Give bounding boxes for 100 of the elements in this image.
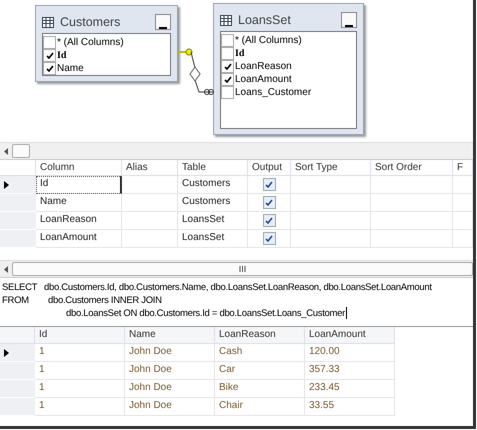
- table-cell: 357.33: [305, 362, 395, 380]
- column-header[interactable]: Id: [35, 327, 125, 344]
- text-cursor: [346, 307, 347, 320]
- table-cell: 120.00: [305, 344, 395, 362]
- row-pointer-icon: [4, 180, 9, 188]
- table-cell: John Doe: [125, 398, 215, 416]
- column-header[interactable]: Output: [248, 160, 291, 176]
- table-cell: 1: [35, 380, 125, 398]
- column-name: Name: [57, 63, 84, 74]
- table-card[interactable]: LoansSet * (All Columns) Id LoanReason LoanAmount Loans_Customer: [213, 3, 364, 135]
- minimize-icon: [345, 25, 353, 27]
- table-cell[interactable]: [371, 212, 453, 230]
- sql-keyword: FROM: [2, 295, 29, 306]
- table-cell[interactable]: [248, 176, 291, 194]
- checkbox[interactable]: [221, 34, 234, 47]
- scroll-left-icon[interactable]: [4, 148, 8, 154]
- checkbox[interactable]: [221, 60, 234, 73]
- row-selector[interactable]: [0, 176, 36, 194]
- table-title: LoansSet: [238, 13, 291, 27]
- column-header[interactable]: Sort Order: [371, 160, 453, 176]
- sql-text[interactable]: dbo.Customers.Id, dbo.Customers.Name, dbo.LoansSet.LoanReason, dbo.LoansSet.LoanAmount: [36, 281, 432, 294]
- column-name: * (All Columns): [235, 35, 302, 46]
- column-header[interactable]: Table: [178, 160, 248, 176]
- scrollbar-thumb[interactable]: [12, 262, 473, 276]
- table-cell[interactable]: [291, 212, 371, 230]
- horizontal-scrollbar[interactable]: [0, 142, 473, 159]
- table-icon: [220, 14, 232, 26]
- scroll-left-icon[interactable]: [4, 266, 8, 272]
- column-header[interactable]: Column: [36, 160, 122, 176]
- row-pointer-icon: [4, 348, 9, 356]
- minimize-icon: [159, 27, 167, 29]
- column-name: Id: [57, 50, 66, 61]
- table-cell[interactable]: [453, 176, 473, 194]
- check-icon: [265, 199, 273, 206]
- column-header[interactable]: Name: [125, 327, 215, 344]
- sql-text[interactable]: dbo.LoansSet ON dbo.Customers.Id = dbo.LoansSet.Loans_Customer: [46, 307, 347, 320]
- table-cell: 1: [35, 398, 125, 416]
- table-cell[interactable]: [291, 230, 371, 248]
- table-cell[interactable]: LoanAmount: [36, 230, 122, 248]
- table-cell[interactable]: Name: [36, 194, 122, 212]
- column-name: LoanReason: [235, 61, 292, 72]
- minimize-button[interactable]: [341, 12, 357, 28]
- table-card[interactable]: Customers * (All Columns) Id Name: [35, 5, 178, 82]
- table-cell[interactable]: [122, 176, 178, 194]
- column-header[interactable]: LoanReason: [215, 327, 305, 344]
- table-cell[interactable]: [371, 176, 453, 194]
- table-cell[interactable]: [122, 230, 178, 248]
- table-cell[interactable]: [371, 230, 453, 248]
- horizontal-scrollbar[interactable]: [0, 260, 473, 277]
- table-cell[interactable]: [371, 194, 453, 212]
- relationship-connector: [178, 48, 214, 98]
- table-cell[interactable]: LoansSet: [178, 230, 248, 248]
- output-checkbox[interactable]: [262, 214, 276, 227]
- table-cell: John Doe: [125, 380, 215, 398]
- table-cell[interactable]: [291, 176, 371, 194]
- output-checkbox[interactable]: [262, 178, 276, 191]
- checkbox[interactable]: [221, 86, 234, 99]
- table-cell[interactable]: Id: [36, 176, 122, 194]
- table-title: Customers: [60, 15, 120, 29]
- table-cell[interactable]: LoanReason: [36, 212, 122, 230]
- output-checkbox[interactable]: [262, 196, 276, 209]
- sql-text[interactable]: dbo.Customers INNER JOIN: [36, 294, 162, 307]
- column-header[interactable]: F: [453, 160, 473, 176]
- table-cell: John Doe: [125, 362, 215, 380]
- check-icon: [265, 235, 273, 242]
- column-header[interactable]: Sort Type: [291, 160, 371, 176]
- table-cell: John Doe: [125, 344, 215, 362]
- table-cell: Bike: [215, 380, 305, 398]
- checkbox[interactable]: [221, 47, 234, 60]
- checkbox[interactable]: [43, 36, 56, 49]
- table-cell: 1: [35, 362, 125, 380]
- table-cell[interactable]: [248, 230, 291, 248]
- table-cell[interactable]: [291, 194, 371, 212]
- minimize-button[interactable]: [155, 14, 171, 30]
- column-name: LoanAmount: [235, 74, 292, 85]
- column-name: Id: [235, 48, 244, 59]
- table-cell[interactable]: [453, 212, 473, 230]
- table-cell[interactable]: [248, 194, 291, 212]
- table-cell[interactable]: [453, 230, 473, 248]
- table-cell: 33.55: [305, 398, 395, 416]
- table-cell[interactable]: [453, 194, 473, 212]
- table-cell[interactable]: [122, 212, 178, 230]
- output-checkbox[interactable]: [262, 232, 276, 245]
- table-cell: Chair: [215, 398, 305, 416]
- checkbox[interactable]: [43, 62, 56, 75]
- column-header[interactable]: Alias: [122, 160, 178, 176]
- table-cell[interactable]: LoansSet: [178, 212, 248, 230]
- table-cell: 1: [35, 344, 125, 362]
- table-icon: [42, 16, 54, 28]
- checkbox[interactable]: [221, 73, 234, 86]
- table-cell[interactable]: [122, 194, 178, 212]
- table-cell[interactable]: [248, 212, 291, 230]
- table-cell[interactable]: Customers: [178, 176, 248, 194]
- scrollbar-thumb[interactable]: [12, 144, 30, 158]
- column-header[interactable]: LoanAmount: [305, 327, 395, 344]
- sql-keyword: SELECT: [2, 282, 38, 293]
- row-selector[interactable]: [0, 344, 35, 362]
- table-cell[interactable]: Customers: [178, 194, 248, 212]
- checkbox[interactable]: [43, 49, 56, 62]
- check-icon: [265, 181, 273, 188]
